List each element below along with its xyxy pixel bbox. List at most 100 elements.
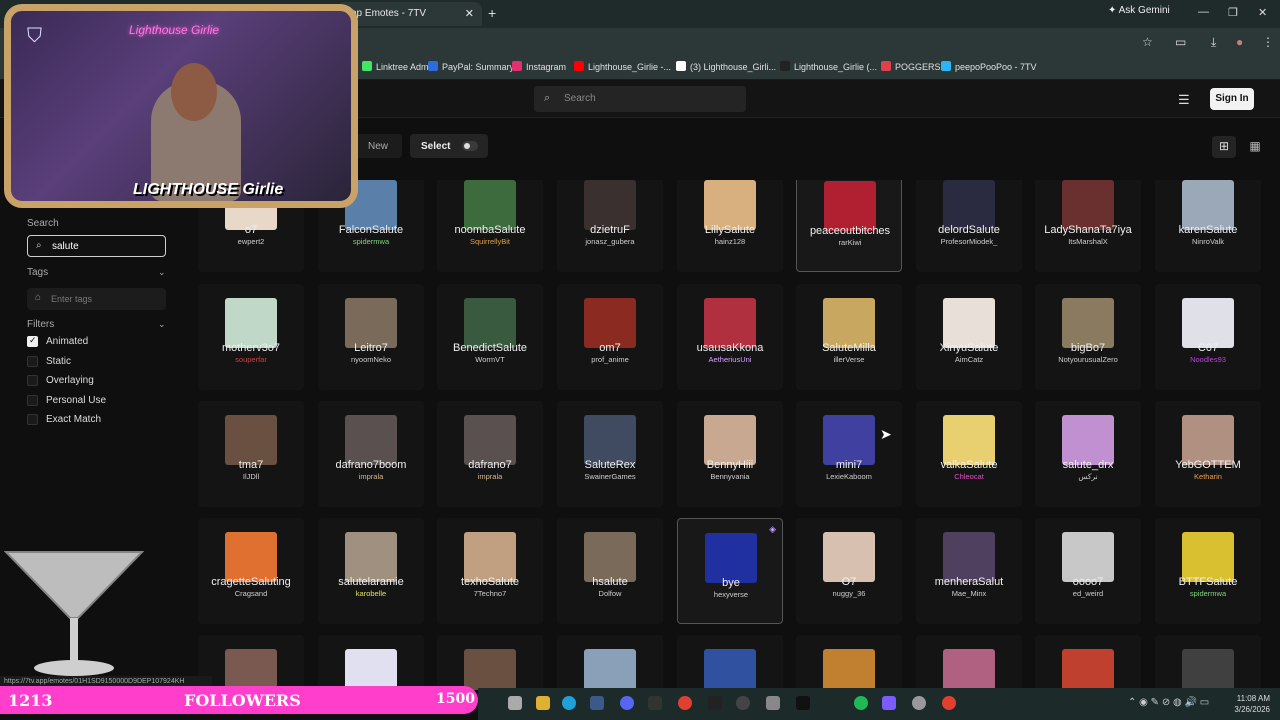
emote-card[interactable] xyxy=(796,635,902,690)
emote-author[interactable]: spidermwa xyxy=(1155,589,1261,598)
emote-card[interactable]: BTTFSalute spidermwa xyxy=(1155,518,1261,624)
bookmark-item[interactable]: PayPal: Summary xyxy=(428,61,514,72)
filter-checkbox[interactable] xyxy=(27,355,38,367)
emote-card[interactable] xyxy=(677,635,783,690)
emote-card[interactable] xyxy=(557,635,663,690)
close-window-icon[interactable]: ✕ xyxy=(1258,6,1267,19)
media-player-icon[interactable] xyxy=(736,696,750,710)
bookmark-star-icon[interactable]: ☆ xyxy=(1142,35,1153,49)
emote-card[interactable]: mini7 LexieKaboom xyxy=(796,401,902,507)
bookmark-item[interactable]: Lighthouse_Girlie (... xyxy=(780,61,877,72)
emote-card[interactable]: dafrano7boom imprala xyxy=(318,401,424,507)
emote-card[interactable]: tma7 IlJDll xyxy=(198,401,304,507)
bookmark-item[interactable]: (3) Lighthouse_Girli... xyxy=(676,61,776,72)
calculator-icon[interactable] xyxy=(766,696,780,710)
emote-card[interactable]: menheraSalut Mae_Minx xyxy=(916,518,1022,624)
spotify-icon[interactable] xyxy=(854,696,868,710)
emote-author[interactable]: rarKiwi xyxy=(797,238,903,247)
emote-card[interactable]: motherv3o7 souperfar xyxy=(198,284,304,390)
kebab-menu-icon[interactable]: ⋮ xyxy=(1262,35,1274,49)
tags-input[interactable]: ⌂ Enter tags xyxy=(27,288,166,310)
emote-card[interactable] xyxy=(1155,635,1261,690)
bookmark-item[interactable]: Lighthouse_Girlie -... xyxy=(574,61,671,72)
emote-card[interactable] xyxy=(1035,635,1141,690)
emote-card[interactable]: noombaSalute SquirrellyBit xyxy=(437,180,543,272)
bookmark-item[interactable]: Instagram xyxy=(512,61,566,72)
emote-author[interactable]: jonasz_gubera xyxy=(557,237,663,246)
emote-author[interactable]: nyoomNeko xyxy=(318,355,424,364)
emote-author[interactable]: 7Techno7 xyxy=(437,589,543,598)
tab-close-icon[interactable]: ✕ xyxy=(465,7,474,20)
epic-games-icon[interactable] xyxy=(648,696,662,710)
emote-card[interactable]: bigBo7 NotyourusualZero xyxy=(1035,284,1141,390)
emote-author[interactable]: hexyverse xyxy=(678,590,784,599)
emote-card[interactable]: om7 prof_anime xyxy=(557,284,663,390)
emote-card[interactable]: dafrano7 imprala xyxy=(437,401,543,507)
select-toggle-button[interactable]: Select xyxy=(410,134,488,158)
emote-author[interactable]: karobelle xyxy=(318,589,424,598)
emote-card[interactable]: valkaSalute Chleocat xyxy=(916,401,1022,507)
chevron-down-icon[interactable]: ⌄ xyxy=(158,267,166,278)
emote-card[interactable]: usausaKkona AetheriusUni xyxy=(677,284,783,390)
emote-author[interactable]: ed_weird xyxy=(1035,589,1141,598)
emote-card[interactable]: bye hexyverse ◈ xyxy=(677,518,783,624)
discord-icon[interactable] xyxy=(620,696,634,710)
emote-author[interactable]: Noodles93 xyxy=(1155,355,1261,364)
obs-icon[interactable] xyxy=(912,696,926,710)
emote-author[interactable]: ProfesorMiodek_ xyxy=(916,237,1022,246)
emote-card[interactable]: karenSalute NinroValk xyxy=(1155,180,1261,272)
hamburger-menu-icon[interactable]: ☰ xyxy=(1178,92,1190,108)
bookmark-item[interactable]: peepoPooPoo - 7TV xyxy=(941,61,1037,72)
steam-icon[interactable] xyxy=(590,696,604,710)
app-icon[interactable] xyxy=(708,696,722,710)
emote-author[interactable]: Mae_Minx xyxy=(916,589,1022,598)
emote-author[interactable]: ItsMarshalX xyxy=(1035,237,1141,246)
emote-card[interactable]: O7 nuggy_36 xyxy=(796,518,902,624)
emote-author[interactable]: AetheriusUni xyxy=(677,355,783,364)
emote-search-input[interactable]: ⌕ salute xyxy=(27,235,166,257)
ask-gemini-button[interactable]: ✦ Ask Gemini xyxy=(1108,5,1170,16)
filter-checkbox[interactable] xyxy=(27,414,38,425)
emote-author[interactable]: Cragsand xyxy=(198,589,304,598)
cast-icon[interactable]: ▭ xyxy=(1175,35,1186,49)
emote-author[interactable]: hainz128 xyxy=(677,237,783,246)
emote-author[interactable]: nuggy_36 xyxy=(796,589,902,598)
emote-card[interactable]: oooo7 ed_weird xyxy=(1035,518,1141,624)
filter-checkbox[interactable] xyxy=(27,335,38,347)
emote-author[interactable]: AimCatz xyxy=(916,355,1022,364)
chrome-active-icon[interactable] xyxy=(942,696,956,710)
emote-card[interactable]: peaceoutbitches rarKiwi xyxy=(796,180,902,272)
emote-card[interactable]: SaluteRex SwainerGames xyxy=(557,401,663,507)
taskbar-clock[interactable]: 11:08 AM 3/26/2026 xyxy=(1226,693,1270,715)
filter-checkbox[interactable] xyxy=(27,394,38,406)
emote-author[interactable]: prof_anime xyxy=(557,355,663,364)
emote-card[interactable]: cragetteSaluting Cragsand xyxy=(198,518,304,624)
capcut-icon[interactable] xyxy=(796,696,810,710)
system-tray[interactable]: ⌃ ◉ ✎ ⊘ ◍ 🔊 ▭ xyxy=(1128,697,1209,708)
emote-author[interactable]: WormVT xyxy=(437,355,543,364)
emote-author[interactable]: spidermwa xyxy=(318,237,424,246)
emote-card[interactable]: delordSalute ProfesorMiodek_ xyxy=(916,180,1022,272)
emote-card[interactable]: Leitro7 nyoomNeko xyxy=(318,284,424,390)
stream-deck-icon[interactable] xyxy=(882,696,896,710)
sign-in-button[interactable]: Sign In xyxy=(1210,88,1254,110)
emote-author[interactable]: LexieKaboom xyxy=(796,472,902,481)
emote-author[interactable]: Ketharin xyxy=(1155,472,1261,481)
emote-card[interactable]: C07 Noodles93 xyxy=(1155,284,1261,390)
chrome-icon[interactable] xyxy=(678,696,692,710)
emote-author[interactable]: IlJDll xyxy=(198,472,304,481)
emote-author[interactable]: Chleocat xyxy=(916,472,1022,481)
emote-card[interactable]: SaluteMilla illerVerse xyxy=(796,284,902,390)
emote-card[interactable]: XinyuSalute AimCatz xyxy=(916,284,1022,390)
emote-author[interactable]: SquirrellyBit xyxy=(437,237,543,246)
emote-card[interactable]: BennyHiii Bennyvania xyxy=(677,401,783,507)
emote-author[interactable]: imprala xyxy=(318,472,424,481)
emote-author[interactable]: Bennyvania xyxy=(677,472,783,481)
emote-card[interactable]: salute_drx نركس xyxy=(1035,401,1141,507)
emote-card[interactable]: LadyShanaTa7iya ItsMarshalX xyxy=(1035,180,1141,272)
emote-card[interactable]: texhoSalute 7Techno7 xyxy=(437,518,543,624)
emote-author[interactable]: illerVerse xyxy=(796,355,902,364)
large-grid-view-icon[interactable]: ⊞ xyxy=(1212,136,1236,158)
download-icon[interactable]: ⤓ xyxy=(1211,35,1216,50)
emote-card[interactable]: LillySalute hainz128 xyxy=(677,180,783,272)
